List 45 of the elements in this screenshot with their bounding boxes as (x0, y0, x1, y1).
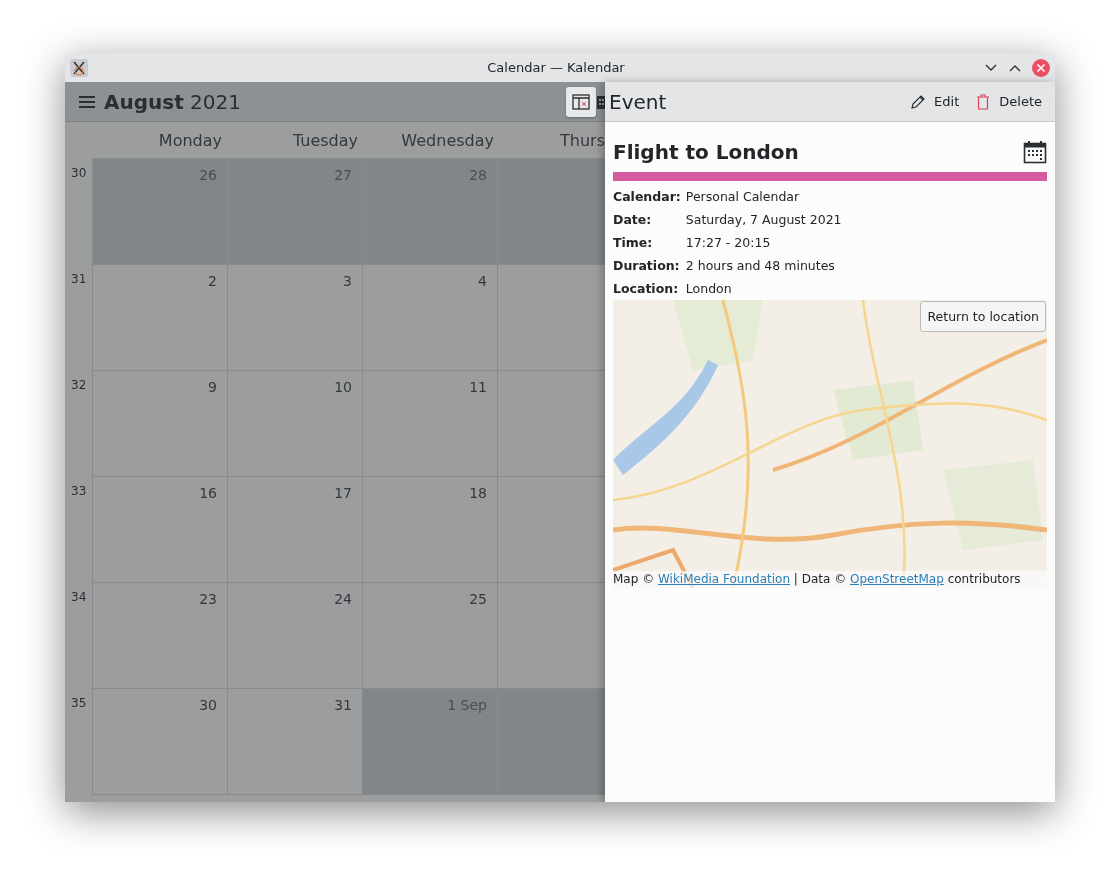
week-number: 31 (71, 272, 87, 286)
close-sidebar-button[interactable] (566, 87, 596, 117)
weekday-label: Wednesday (400, 130, 495, 150)
day-cell[interactable]: 28 (362, 158, 498, 265)
week-number: 34 (71, 590, 87, 604)
detail-value: Saturday, 7 August 2021 (685, 211, 843, 229)
close-icon[interactable] (1032, 58, 1050, 77)
menu-icon[interactable] (78, 94, 96, 109)
sidebar-close-icon (572, 93, 590, 111)
day-cell[interactable]: 26 (92, 158, 228, 265)
week-number: 35 (71, 696, 87, 710)
day-cell[interactable] (497, 688, 605, 795)
detail-value: 2 hours and 48 minutes (685, 257, 836, 275)
delete-button[interactable]: Delete (970, 89, 1047, 114)
detail-label: Location: (613, 280, 680, 298)
detail-label: Calendar: (613, 188, 681, 206)
month-title: August 2021 (104, 89, 241, 114)
detail-value: Personal Calendar (685, 188, 801, 206)
weekday-label: Thurs (559, 130, 605, 150)
event-title: Flight to London (613, 140, 799, 164)
detail-value: 17:27 - 20:15 (685, 234, 772, 252)
day-cell[interactable]: 30 (92, 688, 228, 795)
weekday-label: Monday (157, 130, 223, 150)
drawer-title: Event (609, 89, 667, 114)
day-cell[interactable] (497, 158, 605, 265)
detail-label: Date: (613, 211, 653, 229)
detail-label: Time: (613, 234, 654, 252)
day-cell[interactable]: 27 (227, 158, 363, 265)
weekday-label: Tuesday (291, 130, 359, 150)
calendar-icon (1023, 140, 1047, 164)
attribution-link[interactable]: OpenStreetMap (849, 572, 944, 586)
return-to-location-button[interactable]: Return to location (920, 301, 1046, 332)
window-title: Calendar — Kalendar (486, 60, 625, 75)
trash-icon (975, 93, 992, 110)
app-icon (70, 58, 88, 77)
detail-label: Duration: (613, 257, 681, 275)
pencil-icon (910, 93, 927, 110)
week-number: 32 (71, 378, 87, 392)
map-attribution: Map © WikiMedia Foundation | Data © OpenStreetMap contributors (613, 571, 1047, 588)
attribution-link[interactable]: WikiMedia Foundation (657, 572, 790, 586)
week-number: 33 (71, 484, 87, 498)
detail-value: London (685, 280, 733, 298)
week-number: 30 (71, 166, 87, 180)
day-cell[interactable]: 1 Sep (362, 688, 498, 795)
edit-button[interactable]: Edit (905, 89, 965, 114)
